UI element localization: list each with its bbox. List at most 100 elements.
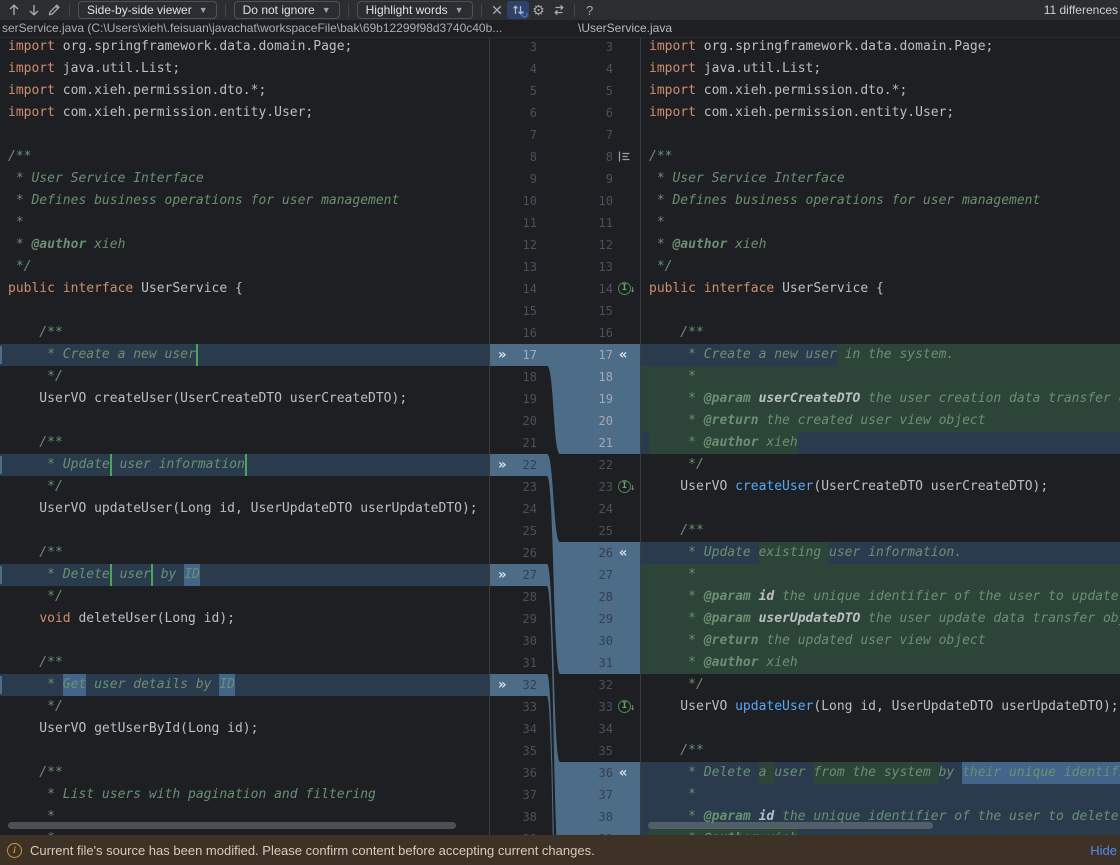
diff-gutter: 3344556677889910101111121213131414I↓1515… [489, 38, 641, 835]
toolbar-separator [225, 4, 226, 17]
code-token: * [8, 212, 24, 234]
code-token: * [649, 410, 704, 432]
code-token: /** [649, 520, 704, 542]
chevron-down-icon: ▼ [322, 6, 331, 15]
gutter-row: 33 [490, 38, 640, 58]
left-editor-pane[interactable]: import org.springframework.data.domain.P… [0, 38, 489, 835]
left-horizontal-scrollbar[interactable] [8, 822, 456, 829]
edit-button[interactable] [44, 1, 64, 19]
code-token: org.springframework.data.domain.Page; [696, 38, 993, 58]
hide-notification-link[interactable]: Hide [1090, 843, 1117, 858]
gutter-row: 3131 [490, 652, 640, 674]
code-token: xieh [86, 234, 125, 256]
whitespace-ignore-dropdown[interactable]: Do not ignore ▼ [234, 1, 340, 19]
left-line-number: 38 [490, 806, 537, 828]
left-line-number: 24 [490, 498, 537, 520]
right-line-number: 14 [560, 278, 613, 300]
gutter-row: 2727» [490, 564, 640, 586]
code-token: xieh [727, 234, 766, 256]
right-code-line: * Create a new user in the system. [641, 344, 1120, 366]
left-code-line: * @author xieh [0, 234, 489, 256]
settings-button[interactable]: ⚙ [529, 1, 549, 19]
diff-toolbar: Side-by-side viewer ▼ Do not ignore ▼ Hi… [0, 0, 1120, 20]
code-token: UserVO getUserById(Long id); [8, 718, 258, 740]
code-token: * Update [8, 454, 112, 476]
left-code-line: UserVO updateUser(Long id, UserUpdateDTO… [0, 498, 489, 520]
apply-change-right-chevron-icon[interactable]: » [498, 344, 506, 366]
gear-icon: ⚙ [532, 3, 545, 17]
apply-change-left-chevron-icon[interactable]: « [619, 762, 627, 784]
left-code-line: * [0, 828, 489, 835]
info-icon: i [7, 843, 22, 858]
right-code-line [641, 124, 1120, 146]
diff-viewer-window: Side-by-side viewer ▼ Do not ignore ▼ Hi… [0, 0, 1120, 865]
apply-change-right-chevron-icon[interactable]: » [498, 454, 506, 476]
apply-change-right-chevron-icon[interactable]: » [498, 564, 506, 586]
code-token: /** [8, 652, 63, 674]
code-token: /** [8, 146, 31, 168]
right-editor-pane[interactable]: import org.springframework.data.domain.P… [641, 38, 1120, 835]
toolbar-separator [69, 4, 70, 17]
gutter-row: 3939 [490, 828, 640, 835]
left-code-line: /** [0, 652, 489, 674]
code-token: xieh [759, 432, 798, 454]
inserted-tail-highlight [954, 344, 1120, 366]
left-code-line [0, 124, 489, 146]
code-token: import [649, 80, 696, 102]
apply-change-left-chevron-icon[interactable]: « [619, 344, 627, 366]
help-button[interactable]: ? [580, 1, 600, 19]
left-line-number: 36 [490, 762, 537, 784]
interface-gutter-icon[interactable]: I↓ [618, 282, 635, 295]
left-code-line [0, 740, 489, 762]
right-code-line: import java.util.List; [641, 58, 1120, 80]
code-token: * Update [649, 542, 759, 564]
gutter-row: 1515 [490, 300, 640, 322]
gutter-row: 1919 [490, 388, 640, 410]
left-code-line [0, 520, 489, 542]
gutter-row: 1010 [490, 190, 640, 212]
code-token: * List users with pagination and filteri… [8, 784, 376, 806]
code-token [751, 608, 759, 630]
apply-change-right-chevron-icon[interactable]: » [498, 674, 506, 696]
code-token: @param [704, 586, 751, 608]
viewer-mode-dropdown[interactable]: Side-by-side viewer ▼ [78, 1, 217, 19]
code-token: by [153, 564, 184, 586]
gutter-row: 1111 [490, 212, 640, 234]
interface-gutter-icon[interactable]: I↓ [618, 480, 635, 493]
collapse-unchanged-button[interactable] [487, 1, 507, 19]
synchronize-scrolling-toggle[interactable]: ↻ [507, 1, 529, 19]
gutter-row: 2525 [490, 520, 640, 542]
right-horizontal-scrollbar[interactable] [648, 822, 933, 829]
code-token: * [649, 564, 696, 586]
code-token: import [649, 38, 696, 58]
right-line-number: 33 [560, 696, 613, 718]
right-line-number: 20 [560, 410, 613, 432]
gutter-row: 3232» [490, 674, 640, 696]
change-stripe-mark [0, 566, 2, 584]
code-token [8, 608, 39, 630]
right-code-line: /** [641, 740, 1120, 762]
gutter-row: 2323I↓ [490, 476, 640, 498]
left-line-number: 34 [490, 718, 537, 740]
highlight-mode-dropdown[interactable]: Highlight words ▼ [357, 1, 473, 19]
right-file-path: \UserService.java [578, 20, 672, 37]
code-token: in the system. [837, 344, 954, 366]
chevron-down-icon: ▼ [455, 6, 464, 15]
swap-sides-button[interactable] [549, 1, 569, 19]
left-line-number: 4 [490, 58, 537, 80]
left-code-line: * User Service Interface [0, 168, 489, 190]
previous-difference-button[interactable] [4, 1, 24, 19]
right-line-number: 29 [560, 608, 613, 630]
left-line-number: 12 [490, 234, 537, 256]
left-line-number: 28 [490, 586, 537, 608]
right-code-line: * @author xieh [641, 828, 1120, 835]
next-difference-button[interactable] [24, 1, 44, 19]
right-line-number: 38 [560, 806, 613, 828]
apply-change-left-chevron-icon[interactable]: « [619, 542, 627, 564]
right-code-line: * @param id the unique identifier of the… [641, 586, 1120, 608]
left-line-number: 13 [490, 256, 537, 278]
left-code-line: import com.xieh.permission.dto.*; [0, 80, 489, 102]
interface-gutter-icon[interactable]: I↓ [618, 700, 635, 713]
code-token: deleteUser(Long id); [71, 608, 235, 630]
code-token: @author [31, 234, 86, 256]
